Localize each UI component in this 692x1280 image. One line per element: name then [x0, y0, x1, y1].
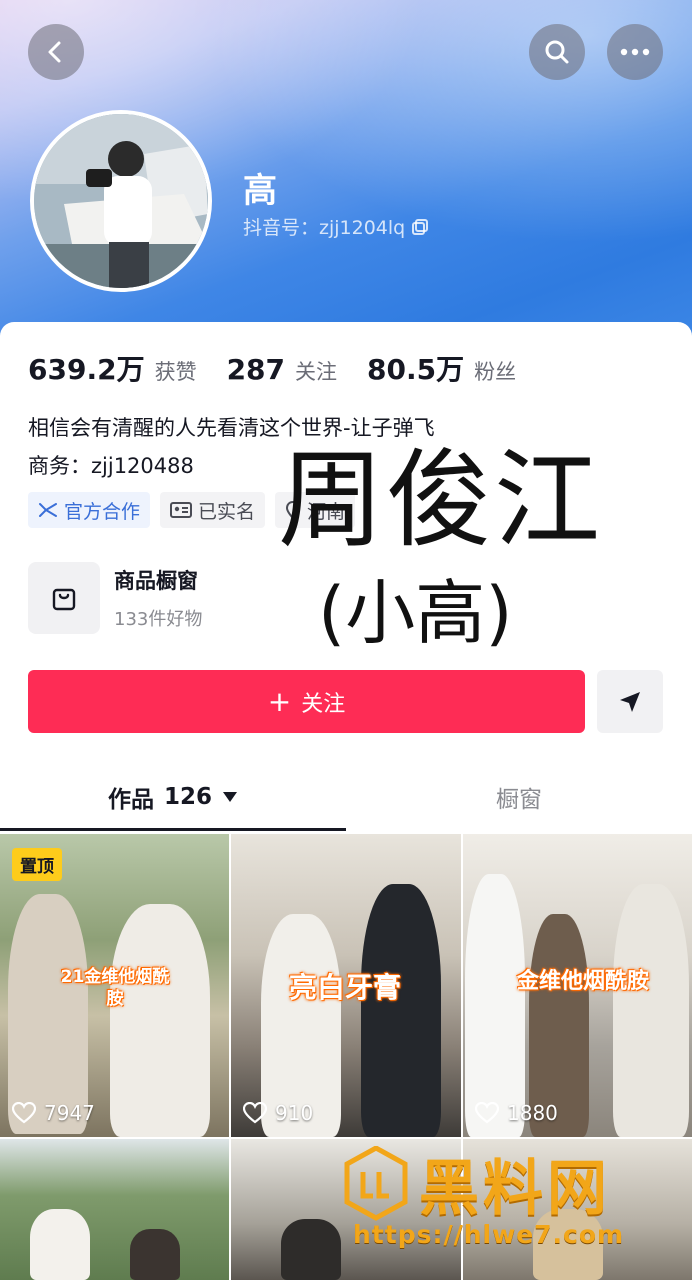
followers-label[interactable]: 粉丝 — [474, 356, 516, 386]
copy-icon[interactable] — [411, 218, 429, 236]
video-caption: 金维他烟酰胺 — [516, 969, 649, 994]
tag-label: 已实名 — [198, 500, 256, 523]
video-thumbnail-figure — [110, 904, 210, 1137]
video-caption: 亮白牙膏 — [288, 971, 401, 1004]
video-likes: 7947 — [12, 1101, 95, 1125]
search-icon — [545, 40, 569, 64]
back-arrow-icon — [48, 41, 61, 63]
avatar-photo — [34, 114, 208, 288]
video-tile[interactable]: 亮白牙膏 910 — [231, 834, 461, 1137]
following-label[interactable]: 关注 — [295, 356, 337, 386]
video-tile[interactable]: 置顶 21金维他烟酰胺 7947 — [0, 834, 229, 1137]
business-contact: 商务：zjj120488 — [28, 454, 194, 478]
tab-active-indicator — [0, 828, 346, 831]
watermark-logo-icon — [344, 1146, 408, 1221]
video-thumbnail-figure — [361, 884, 441, 1137]
tab-works-count: 126 — [163, 784, 212, 810]
search-button[interactable] — [529, 24, 585, 80]
likes-count: 7947 — [44, 1101, 95, 1125]
plus-icon: + — [267, 684, 292, 718]
shop-title: 商品橱窗 — [114, 569, 198, 593]
tab-window-label: 橱窗 — [496, 787, 542, 813]
back-button[interactable] — [28, 24, 84, 80]
watermark-url: https://hlwe7.com — [353, 1220, 625, 1249]
share-button[interactable] — [597, 670, 663, 733]
tab-works[interactable]: 作品 126 — [0, 760, 346, 834]
tab-works-label: 作品 — [107, 787, 154, 813]
video-caption: 21金维他烟酰胺 — [60, 967, 170, 1009]
watermark: 黑料网 https://hlwe7.com — [343, 1140, 673, 1270]
video-thumbnail-figure — [613, 884, 689, 1137]
more-options-button[interactable] — [607, 24, 663, 80]
douyin-id-text: 抖音号：zjj1204lq — [243, 217, 406, 239]
douyin-id[interactable]: 抖音号：zjj1204lq — [243, 213, 429, 240]
pinned-badge: 置顶 — [12, 848, 62, 881]
video-thumbnail-figure — [281, 1219, 341, 1280]
content-tabs: 作品 126 橱窗 — [0, 760, 692, 834]
tag-official-cooperation[interactable]: 官方合作 — [28, 492, 151, 528]
share-send-icon — [620, 691, 640, 712]
video-thumbnail-figure — [130, 1229, 180, 1280]
profile-bio: 相信会有清醒的人先看清这个世界-让子弹飞 — [28, 416, 435, 440]
overlay-real-name: 周俊江 — [278, 439, 602, 562]
shop-window-entry[interactable]: 商品橱窗 133件好物 — [28, 562, 202, 634]
heart-icon — [475, 1102, 499, 1124]
avatar[interactable] — [30, 110, 212, 292]
heart-icon — [12, 1102, 36, 1124]
shop-subtitle: 133件好物 — [114, 609, 203, 630]
follow-label: 关注 — [301, 691, 346, 717]
heart-icon — [243, 1102, 267, 1124]
video-thumbnail-figure — [8, 894, 88, 1134]
tag-label: 官方合作 — [64, 500, 141, 523]
more-dots-icon — [620, 48, 650, 56]
video-tile[interactable]: 金维他烟酰胺 1880 — [463, 834, 692, 1137]
likes-count: 639.2万 — [28, 353, 145, 386]
tag-verified[interactable]: 已实名 — [160, 492, 266, 528]
profile-nickname: 高 — [243, 171, 277, 211]
overlay-nickname: (小高) — [318, 572, 513, 654]
video-tile[interactable] — [0, 1139, 229, 1280]
shopping-bag-icon — [52, 588, 76, 611]
video-likes: 1880 — [475, 1101, 558, 1125]
dropdown-triangle-icon[interactable] — [222, 791, 238, 803]
video-thumbnail-figure — [465, 874, 525, 1137]
following-count[interactable]: 287 — [227, 353, 285, 386]
stats-row: 639.2万 获赞 287 关注 80.5万 粉丝 — [28, 348, 546, 388]
official-cooperation-icon — [39, 503, 57, 517]
shop-icon-box — [28, 562, 100, 634]
video-thumbnail-figure — [30, 1209, 90, 1280]
likes-count: 1880 — [507, 1101, 558, 1125]
video-likes: 910 — [243, 1101, 313, 1125]
likes-count: 910 — [275, 1101, 314, 1125]
follow-button[interactable]: + 关注 — [28, 670, 585, 733]
followers-count[interactable]: 80.5万 — [367, 348, 464, 388]
id-card-icon — [170, 502, 193, 518]
likes-label: 获赞 — [154, 360, 197, 384]
watermark-brand: 黑料网 — [419, 1154, 611, 1224]
tab-shop-window[interactable]: 橱窗 — [346, 760, 692, 834]
